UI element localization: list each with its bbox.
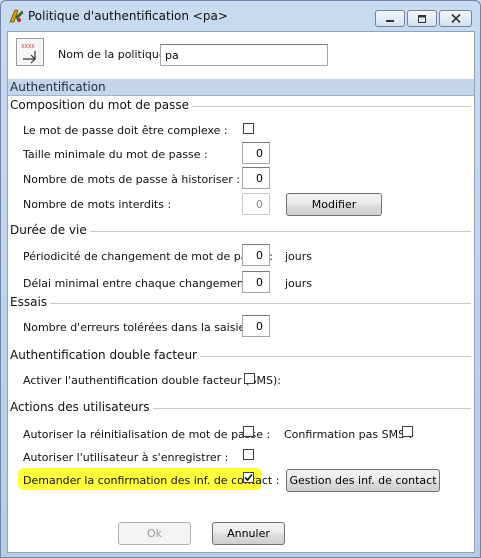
two-factor-label: Activer l'authentification double facteu… [23, 374, 281, 387]
tolerated-errors-label: Nombre d'erreurs tolérées dans la saisie… [23, 321, 253, 334]
window-title: Politique d'authentification <pa> [28, 9, 228, 23]
dialog-content: XXXX Nom de la politique : Authentificat… [7, 31, 475, 553]
request-contact-confirmation-label: Demander la confirmation des inf. de con… [23, 474, 280, 487]
authentication-tab-header: Authentification [8, 79, 474, 96]
sms-confirmation-checkbox[interactable] [402, 426, 413, 437]
min-delay-input[interactable] [242, 271, 270, 293]
change-period-label: Périodicité de changement de mot de pass… [23, 250, 273, 263]
forbidden-words-label: Nombre de mots interdits : [23, 198, 172, 211]
minimize-button[interactable] [375, 10, 405, 27]
policy-name-label: Nom de la politique : [58, 48, 173, 61]
policy-name-input[interactable] [160, 44, 328, 66]
complex-password-checkbox[interactable] [243, 123, 254, 134]
allow-register-checkbox[interactable] [243, 449, 254, 460]
maximize-button[interactable] [407, 10, 437, 27]
minimize-icon [386, 19, 394, 22]
section-title-composition: Composition du mot de passe [10, 98, 193, 112]
svg-text:XXXX: XXXX [21, 44, 35, 50]
section-title-user-actions: Actions des utilisateurs [10, 400, 153, 414]
contact-info-management-button[interactable]: Gestion des inf. de contact [286, 469, 440, 492]
section-title-lifetime: Durée de vie [10, 223, 90, 237]
checkmark-icon [244, 473, 253, 482]
min-delay-label: Délai minimal entre chaque changement : [23, 277, 256, 290]
section-divider [11, 303, 471, 304]
modify-forbidden-words-button[interactable]: Modifier [286, 193, 382, 216]
app-icon [9, 9, 24, 23]
maximize-icon [418, 14, 426, 23]
history-count-input[interactable] [242, 167, 270, 189]
history-count-label: Nombre de mots de passe à historiser : [23, 173, 240, 186]
request-contact-confirmation-checkbox[interactable] [243, 472, 254, 483]
allow-reset-label: Autoriser la réinitialisation de mot de … [23, 428, 271, 441]
close-button[interactable] [439, 10, 472, 27]
min-length-input[interactable] [242, 142, 270, 164]
tolerated-errors-input[interactable] [242, 315, 270, 337]
title-bar[interactable]: Politique d'authentification <pa> [1, 1, 480, 31]
cancel-button[interactable]: Annuler [212, 522, 285, 545]
two-factor-checkbox[interactable] [244, 373, 255, 384]
close-icon [450, 14, 461, 23]
sms-confirmation-label: Confirmation pas SMS : [284, 428, 413, 441]
min-delay-unit: jours [285, 277, 313, 290]
forbidden-words-input [242, 193, 270, 215]
change-period-unit: jours [285, 250, 313, 263]
allow-reset-checkbox[interactable] [243, 426, 254, 437]
policy-icon: XXXX [16, 38, 44, 66]
change-period-input[interactable] [242, 244, 270, 266]
ok-button[interactable]: Ok [118, 522, 191, 545]
allow-register-label: Autoriser l'utilisateur à s'enregistrer … [23, 451, 229, 464]
section-title-two-factor: Authentification double facteur [10, 348, 200, 362]
tab-authentication[interactable]: Authentification [10, 80, 106, 94]
section-title-attempts: Essais [10, 295, 51, 309]
dialog-window: Politique d'authentification <pa> XXXX N… [0, 0, 481, 558]
complex-password-label: Le mot de passe doit être complexe : [23, 124, 228, 137]
min-length-label: Taille minimale du mot de passe : [23, 148, 208, 161]
